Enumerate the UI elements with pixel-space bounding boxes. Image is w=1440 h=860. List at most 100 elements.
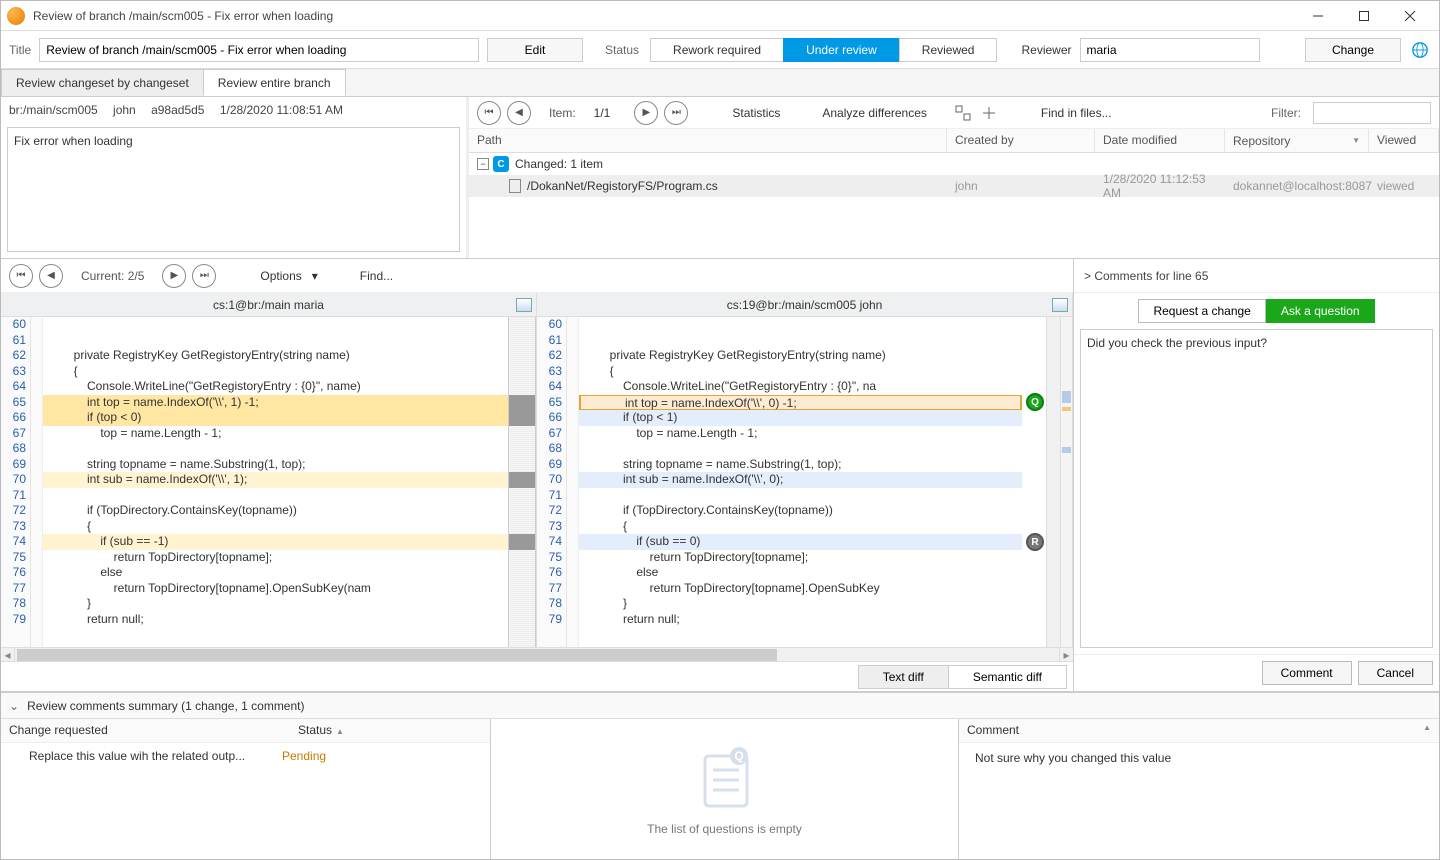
titlebar: Review of branch /main/scm005 - Fix erro… [1,1,1439,31]
current-label: Current: [81,269,124,283]
globe-icon[interactable] [1411,41,1429,59]
file-date: 1/28/2020 11:12:53 AM [1095,172,1225,200]
svg-text:Q: Q [734,749,743,763]
minimize-button[interactable] [1295,1,1341,31]
diff-toolbar: ⏮ ◀ Current: 2/5 ▶ ⏭ Options ▾ Find... [1,259,1073,293]
summary-header[interactable]: ⌄ Review comments summary (1 change, 1 c… [1,693,1439,719]
h-change-requested[interactable]: Change requested [1,719,290,742]
comments-list: Comment▲ Not sure why you changed this v… [959,719,1439,859]
reviewer-input[interactable] [1080,38,1260,62]
col-created-by[interactable]: Created by [947,129,1095,152]
mini-map[interactable] [1060,317,1072,647]
branch-path: br:/main/scm005 [9,103,98,117]
branch-panel: br:/main/scm005 john a98ad5d5 1/28/2020 … [1,97,469,258]
ask-question-button[interactable]: Ask a question [1266,299,1375,323]
branch-sha: a98ad5d5 [151,103,204,117]
col-date-modified[interactable]: Date modified [1095,129,1225,152]
close-button[interactable] [1387,1,1433,31]
h-status[interactable]: Status▲ [290,719,490,742]
diff-last-icon[interactable]: ⏭ [192,264,216,288]
questions-empty: Q The list of questions is empty [491,719,959,859]
diff-next-icon[interactable]: ▶ [162,264,186,288]
find-in-files-link[interactable]: Find in files... [1023,106,1130,120]
comment-header: > Comments for line 65 [1074,259,1439,293]
title-label: Title [9,43,31,57]
nav-last-icon[interactable]: ⏭ [664,101,688,125]
item-label: Item: [537,106,588,120]
chevron-down-icon[interactable]: ⌄ [9,699,19,713]
request-marker-icon[interactable]: R [1026,533,1044,551]
nav-next-icon[interactable]: ▶ [634,101,658,125]
code-left[interactable]: private RegistryKey GetRegistoryEntry(st… [43,317,508,647]
vertical-scrollbar[interactable] [1046,317,1060,647]
branch-description: Fix error when loading [7,127,460,252]
empty-list-icon: Q [695,742,755,812]
change-reviewer-button[interactable]: Change [1305,38,1401,62]
col-path[interactable]: Path [469,129,947,152]
analyze-icon-2[interactable] [981,105,997,121]
diff-pane-right: cs:19@br:/main/scm005 john 6061626364656… [537,293,1073,647]
comment-row[interactable]: Not sure why you changed this value [959,743,1439,773]
maximize-pane-icon[interactable] [1052,298,1068,312]
nav-prev-icon[interactable]: ◀ [507,101,531,125]
diff-pane-left: cs:1@br:/main maria 60616263646566676869… [1,293,537,647]
nav-first-icon[interactable]: ⏮ [477,101,501,125]
comment-submit-button[interactable]: Comment [1262,661,1352,685]
analyze-link[interactable]: Analyze differences [804,106,945,120]
col-repository[interactable]: Repository▼ [1225,129,1369,152]
line-gutter-right: 6061626364656667686970717273747576777879 [537,317,567,647]
status-under-review[interactable]: Under review [783,38,900,62]
branch-owner: john [113,103,136,117]
find-link[interactable]: Find... [342,269,411,283]
tab-by-changeset[interactable]: Review changeset by changeset [1,69,204,96]
change-status: Pending [282,749,482,763]
file-repo: dokannet@localhost:8087 [1225,179,1369,193]
fold-gutter-left [31,317,43,647]
reviewer-label: Reviewer [1021,43,1071,57]
horizontal-scrollbar[interactable]: ◂ ▸ [1,647,1073,661]
diff-prev-icon[interactable]: ◀ [39,264,63,288]
tree-group-row[interactable]: − C Changed: 1 item [469,153,1439,175]
files-toolbar: ⏮ ◀ Item: 1/1 ▶ ⏭ Statistics Analyze dif… [469,97,1439,129]
group-label: Changed: 1 item [515,157,603,171]
file-path: /DokanNet/RegistoryFS/Program.cs [527,179,718,193]
current-pos: 2/5 [128,269,145,283]
diff-link-column [508,317,536,647]
item-position: 1/1 [594,106,611,120]
options-dropdown[interactable]: Options ▾ [242,269,335,283]
filter-input[interactable] [1313,102,1431,124]
semantic-diff-tab[interactable]: Semantic diff [948,665,1067,689]
status-label: Status [593,43,651,57]
status-rework[interactable]: Rework required [650,38,784,62]
file-icon [509,179,521,193]
line-gutter-left: 6061626364656667686970717273747576777879 [1,317,31,647]
review-tabs: Review changeset by changeset Review ent… [1,69,1439,97]
status-reviewed[interactable]: Reviewed [899,38,998,62]
tab-entire-branch[interactable]: Review entire branch [203,69,346,96]
changes-list: Change requested Status▲ Replace this va… [1,719,491,859]
code-right[interactable]: private RegistryKey GetRegistoryEntry(st… [579,317,1022,647]
file-row[interactable]: /DokanNet/RegistoryFS/Program.cs john 1/… [469,175,1439,197]
h-comment[interactable]: Comment [967,723,1019,738]
file-created-by: john [947,179,1095,193]
summary-section: ⌄ Review comments summary (1 change, 1 c… [1,692,1439,859]
col-viewed[interactable]: Viewed [1369,129,1439,152]
comment-textarea[interactable]: Did you check the previous input? [1080,329,1433,648]
question-marker-icon[interactable]: Q [1026,393,1044,411]
diff-first-icon[interactable]: ⏮ [9,264,33,288]
comment-cancel-button[interactable]: Cancel [1358,661,1433,685]
title-input[interactable] [39,38,479,62]
pane-right-header: cs:19@br:/main/scm005 john [727,298,883,312]
empty-text: The list of questions is empty [647,822,802,836]
collapse-icon[interactable]: − [477,158,489,170]
maximize-pane-icon[interactable] [516,298,532,312]
filter-label: Filter: [1271,106,1301,120]
text-diff-tab[interactable]: Text diff [858,665,949,689]
fold-gutter-right [567,317,579,647]
request-change-button[interactable]: Request a change [1138,299,1265,323]
edit-button[interactable]: Edit [487,38,583,62]
change-row[interactable]: Replace this value wih the related outp.… [1,743,490,769]
maximize-button[interactable] [1341,1,1387,31]
analyze-icon[interactable] [955,105,971,121]
statistics-link[interactable]: Statistics [714,106,798,120]
